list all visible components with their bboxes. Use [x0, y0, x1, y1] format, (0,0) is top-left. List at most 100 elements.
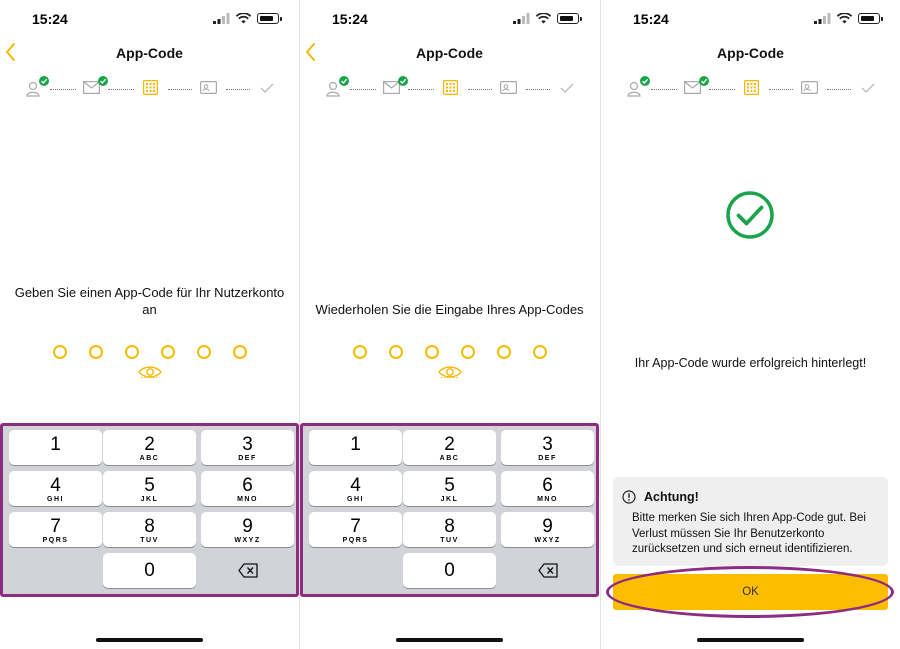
wifi-icon [536, 13, 551, 24]
screen-enter-code: 15:24 App-Code Geben Sie einen App-Code … [0, 0, 299, 649]
backspace-key[interactable] [501, 553, 594, 588]
battery-icon [858, 13, 883, 24]
step-connector [468, 89, 492, 90]
backspace-icon [238, 563, 258, 578]
status-icons [513, 13, 582, 24]
key-9[interactable]: 9 WXYZ [501, 512, 594, 547]
checkmark-icon [260, 83, 274, 93]
key-8[interactable]: 8 TUV [103, 512, 196, 547]
step-connector [168, 89, 192, 90]
key-3[interactable]: 3 DEF [201, 430, 294, 465]
cellular-signal-icon [513, 13, 530, 24]
step-connector [408, 89, 434, 90]
checkmark-icon [560, 83, 574, 93]
pin-indicator [53, 345, 248, 359]
pin-dot [425, 345, 439, 359]
battery-icon [257, 13, 282, 24]
cellular-signal-icon [814, 13, 831, 24]
key-2[interactable]: 2 ABC [103, 430, 196, 465]
key-2[interactable]: 2 ABC [403, 430, 496, 465]
pin-dot [389, 345, 403, 359]
instruction-text: Geben Sie einen App-Code für Ihr Nutzerk… [14, 285, 285, 317]
wifi-icon [236, 13, 251, 24]
home-indicator [96, 638, 203, 642]
step-connector [350, 89, 376, 90]
cellular-signal-icon [213, 13, 230, 24]
status-time: 15:24 [633, 11, 669, 27]
key-7[interactable]: 7 PQRS [9, 512, 102, 547]
screen-repeat-code: 15:24 App-Code Wiederholen Sie die Einga… [300, 0, 599, 649]
pin-dot [89, 345, 103, 359]
person-icon [26, 81, 40, 97]
check-badge-icon [699, 76, 709, 86]
progress-stepper [26, 76, 276, 100]
status-bar: 15:24 [601, 0, 900, 40]
step-connector [526, 89, 550, 90]
ok-button[interactable]: OK [613, 574, 888, 610]
id-card-icon [200, 81, 217, 94]
pin-dot [197, 345, 211, 359]
backspace-key[interactable] [201, 553, 294, 588]
progress-stepper [627, 76, 877, 100]
progress-stepper [326, 76, 576, 100]
nav-bar: App-Code [300, 40, 599, 68]
pin-dot [461, 345, 475, 359]
person-icon [627, 81, 641, 97]
warning-box: Achtung! Bitte merken Sie sich Ihren App… [613, 477, 888, 566]
warning-body: Bitte merken Sie sich Ihren App-Code gut… [632, 512, 866, 555]
step-connector [50, 89, 76, 90]
check-badge-icon [398, 76, 408, 86]
key-9[interactable]: 9 WXYZ [201, 512, 294, 547]
key-6[interactable]: 6 MNO [501, 471, 594, 506]
key-7[interactable]: 7 PQRS [309, 512, 402, 547]
pin-dot [497, 345, 511, 359]
pin-dot [533, 345, 547, 359]
check-badge-icon [39, 76, 49, 86]
step-connector [651, 89, 677, 90]
nav-bar: App-Code [0, 40, 299, 68]
pin-indicator [353, 345, 548, 359]
step-connector [827, 89, 851, 90]
backspace-icon [538, 563, 558, 578]
show-code-eye-icon[interactable] [438, 365, 462, 379]
checkmark-icon [861, 83, 875, 93]
key-0[interactable]: 0 [403, 553, 496, 588]
page-title: App-Code [717, 45, 784, 61]
key-6[interactable]: 6 MNO [201, 471, 294, 506]
home-indicator [396, 638, 503, 642]
screen-success: 15:24 App-Code Ihr App-Code wurde erfolg… [601, 0, 900, 649]
pin-dot [161, 345, 175, 359]
key-1[interactable]: 1 [309, 430, 402, 465]
key-1[interactable]: 1 [9, 430, 102, 465]
key-4[interactable]: 4 GHI [309, 471, 402, 506]
person-icon [326, 81, 340, 97]
pin-dot [125, 345, 139, 359]
id-card-icon [801, 81, 818, 94]
key-0[interactable]: 0 [103, 553, 196, 588]
nav-bar: App-Code [601, 40, 900, 68]
status-time: 15:24 [332, 11, 368, 27]
check-badge-icon [640, 76, 650, 86]
key-8[interactable]: 8 TUV [403, 512, 496, 547]
status-bar: 15:24 [0, 0, 299, 40]
page-title: App-Code [416, 45, 483, 61]
numeric-keypad: 1 2 ABC 3 DEF 4 GHI 5 JKL 6 MNO 7 PQRS 8 TUV 9W… [300, 423, 599, 597]
key-5[interactable]: 5 JKL [103, 471, 196, 506]
keypad-icon [443, 80, 458, 95]
battery-icon [557, 13, 582, 24]
pin-dot [53, 345, 67, 359]
status-icons [213, 13, 282, 24]
warning-title: Achtung! [644, 490, 699, 504]
key-5[interactable]: 5 JKL [403, 471, 496, 506]
show-code-eye-icon[interactable] [138, 365, 162, 379]
success-check-icon [726, 191, 774, 239]
page-title: App-Code [116, 45, 183, 61]
step-connector [769, 89, 793, 90]
pin-dot [353, 345, 367, 359]
pin-dot [233, 345, 247, 359]
status-time: 15:24 [32, 11, 68, 27]
success-message: Ihr App-Code wurde erfolgreich hinterleg… [634, 356, 867, 370]
key-4[interactable]: 4 GHI [9, 471, 102, 506]
key-3[interactable]: 3 DEF [501, 430, 594, 465]
check-badge-icon [339, 76, 349, 86]
